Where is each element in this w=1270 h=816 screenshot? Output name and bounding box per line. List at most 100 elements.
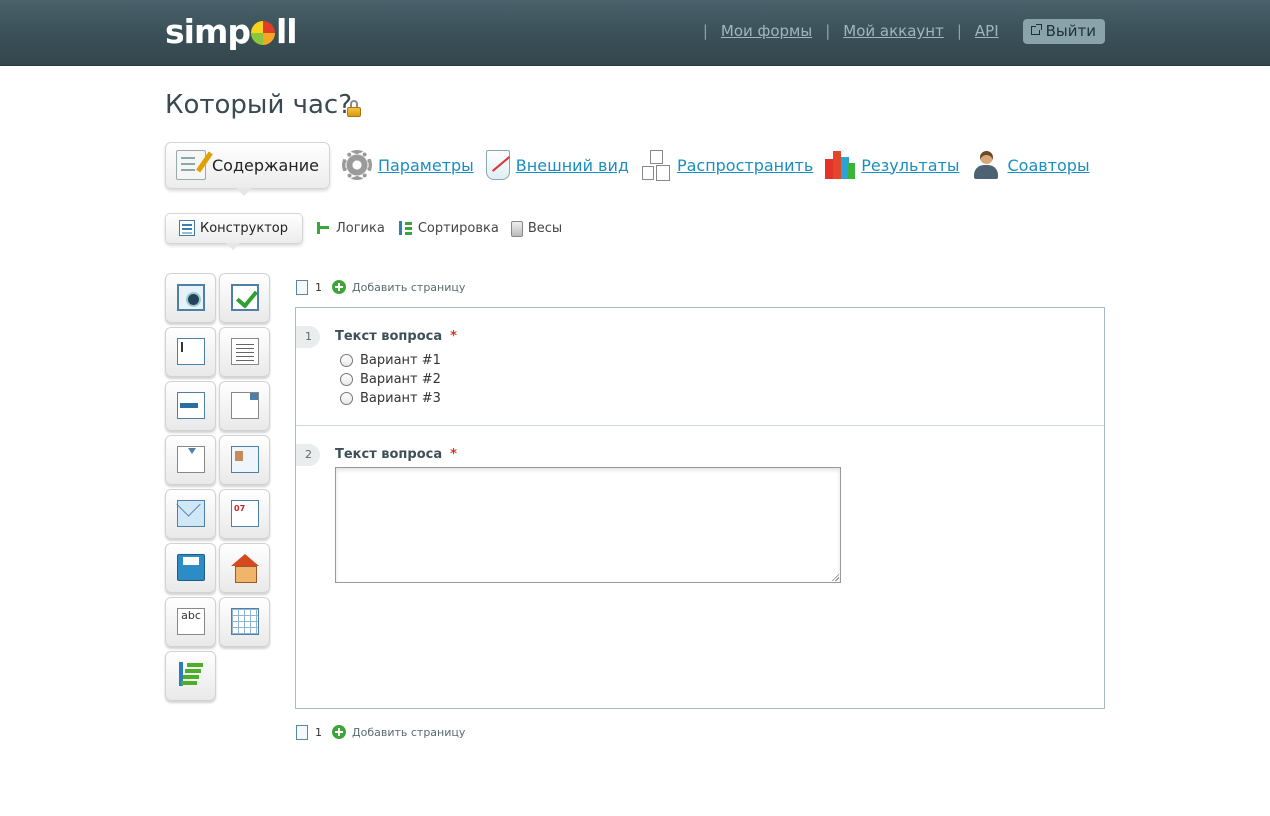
nav-my-forms-link[interactable]: Мои формы [721,22,812,40]
option-label: Вариант #3 [360,390,441,406]
option-label: Вариант #1 [360,352,441,368]
tab-share[interactable]: Распространить [641,150,813,180]
sub-tabs: Конструктор Логика Сортировка Весы [165,211,563,250]
edit-icon [176,150,206,180]
radio-button[interactable] [340,353,353,367]
results-chart-icon [825,150,856,180]
tab-label: Параметры [377,155,474,175]
textarea-icon [231,338,259,365]
page-document-icon[interactable] [296,724,308,740]
nav-separator: | [702,22,708,40]
tab-coauthors[interactable]: Соавторы [971,150,1090,180]
constructor-icon [179,220,195,236]
tool-listbox[interactable] [165,381,216,431]
answer-textarea[interactable] [335,467,841,583]
simpoll-logo[interactable]: simp ll [165,10,298,52]
nav-my-account-link[interactable]: Мой аккаунт [843,22,944,40]
tool-date[interactable]: 07 [219,489,270,539]
add-page-icon[interactable] [332,280,346,294]
nav-api-link[interactable]: API [975,22,999,40]
logout-label: Выйти [1045,21,1096,40]
radio-option[interactable]: Вариант #3 [340,390,441,406]
tab-content[interactable]: Содержание [165,141,330,196]
subtab-constructor[interactable]: Конструктор [165,212,303,250]
nav-separator: | [825,22,831,40]
tool-address[interactable] [219,543,270,593]
email-icon [177,500,205,527]
subtab-label: Сортировка [417,220,499,236]
subtab-label: Конструктор [200,220,288,236]
form-canvas: 1 Текст вопроса * Вариант #1 Вариант #2 В… [295,307,1105,709]
question-number: 2 [296,444,320,466]
subtab-weights[interactable]: Весы [510,220,563,237]
add-page-icon[interactable] [332,725,346,739]
logic-icon [315,220,331,236]
nav-separator: | [956,22,962,40]
required-mark: * [450,329,457,344]
question-block[interactable]: 1 Текст вопроса * Вариант #1 Вариант #2 В… [296,308,1104,426]
tool-dropdown[interactable] [165,435,216,485]
question-title[interactable]: Текст вопроса * [335,329,457,344]
tab-label: Соавторы [1007,155,1090,175]
tab-label: Распространить [676,155,814,175]
tool-text-input[interactable] [165,327,216,377]
page-number[interactable]: 1 [315,281,322,294]
subtab-sort[interactable]: Сортировка [397,220,499,236]
tab-label: Внешний вид [515,155,629,175]
sort-icon [397,220,413,236]
tool-ranking[interactable] [165,651,216,701]
date-icon: 07 [231,500,259,527]
tool-radio-button[interactable] [165,273,216,323]
radio-option[interactable]: Вариант #2 [340,371,441,387]
save-icon [177,554,205,581]
tool-checkbox[interactable] [219,273,270,323]
page-title: Который час? [165,90,353,120]
tool-contact-card[interactable] [219,435,270,485]
add-page-link[interactable]: Добавить страницу [352,726,465,739]
subtab-label: Логика [335,220,385,236]
matrix-grid-icon [231,608,259,635]
question-number: 1 [296,326,320,348]
subtab-logic[interactable]: Логика [315,220,385,236]
checkbox-icon [231,284,259,311]
tool-matrix[interactable] [219,597,270,647]
subtab-label: Весы [527,220,563,236]
ranking-icon [177,662,205,689]
select-icon [231,392,259,419]
tab-parameters[interactable]: Параметры [341,150,474,180]
radio-button-icon [177,284,205,311]
weights-icon [510,221,523,237]
tool-select[interactable] [219,381,270,431]
question-title[interactable]: Текст вопроса * [335,447,457,462]
tab-appearance[interactable]: Внешний вид [485,150,629,180]
radio-button[interactable] [340,372,353,386]
listbox-icon [177,392,205,419]
radio-option[interactable]: Вариант #1 [340,352,441,368]
add-page-link[interactable]: Добавить страницу [352,281,465,294]
page-document-icon[interactable] [296,279,308,295]
question-title-text: Текст вопроса [335,329,443,344]
tab-results[interactable]: Результаты [825,150,959,180]
radio-button[interactable] [340,391,353,405]
logo-text-start: simp [165,11,251,51]
contact-card-icon [231,446,259,473]
share-icon [641,150,671,180]
static-text-icon: abc [177,608,205,635]
address-house-icon [231,554,259,583]
tool-save[interactable] [165,543,216,593]
logo-text-end: ll [275,11,298,51]
gear-icon [341,150,372,180]
appearance-icon [485,150,510,180]
required-mark: * [450,447,457,462]
page-number[interactable]: 1 [315,726,322,739]
logo-pie-icon [250,21,275,45]
logout-button[interactable]: Выйти [1022,18,1105,44]
tool-textarea[interactable] [219,327,270,377]
tab-label: Результаты [861,155,960,175]
tool-email[interactable] [165,489,216,539]
question-block[interactable]: 2 Текст вопроса * [296,427,1104,707]
dropdown-icon [177,446,205,473]
text-input-icon [177,338,205,365]
option-label: Вариант #2 [360,371,441,387]
tool-static-text[interactable]: abc [165,597,216,647]
